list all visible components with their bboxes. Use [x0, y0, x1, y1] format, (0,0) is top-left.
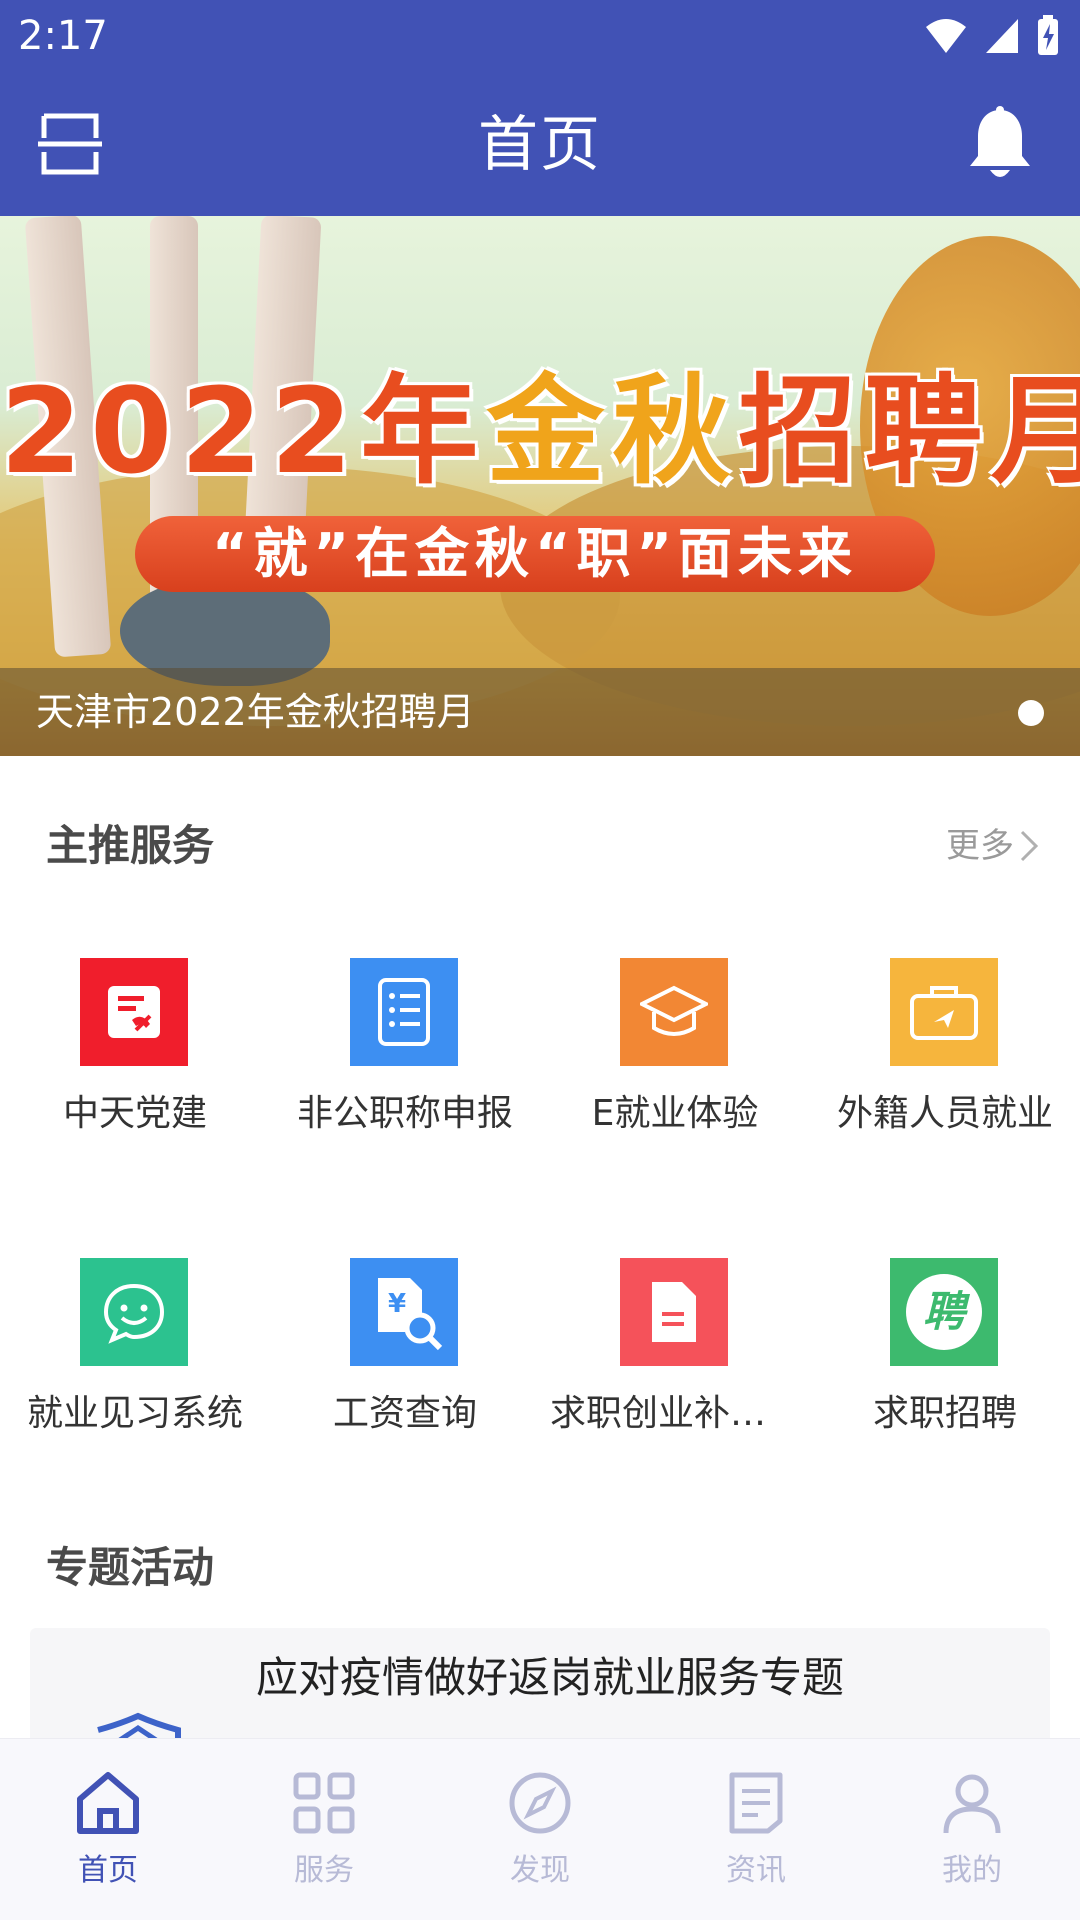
tab-label: 首页 — [78, 1853, 138, 1888]
bottom-tab-bar: 首页 服务 发现 资讯 我的 — [0, 1738, 1080, 1920]
main-services-title: 主推服务 — [46, 821, 215, 870]
banner-headline-gold: 金秋 — [486, 362, 739, 500]
banner-headline: 2022年金秋招聘月 — [0, 366, 1080, 496]
news-icon — [729, 1772, 783, 1834]
home-icon — [77, 1772, 139, 1834]
banner-caption: 天津市2022年金秋招聘月 — [36, 690, 475, 734]
user-icon — [943, 1774, 1001, 1834]
more-link[interactable]: 更多 — [946, 818, 1040, 874]
party-building-icon — [80, 958, 188, 1066]
service-foreign-employment[interactable]: 外籍人员就业 — [810, 940, 1080, 1140]
banner-caption-bar: 天津市2022年金秋招聘月 — [0, 668, 1080, 756]
service-label: 中天党建 — [62, 1093, 207, 1134]
graduation-cap-icon — [620, 958, 728, 1066]
tab-label: 服务 — [294, 1853, 354, 1888]
status-bar: 2:17 — [0, 0, 1080, 72]
grid-icon — [293, 1772, 355, 1834]
more-label: 更多 — [946, 826, 1014, 866]
service-label: 求职创业补贴... — [550, 1393, 801, 1434]
service-job-recruit[interactable]: 聘 求职招聘 — [810, 1240, 1080, 1440]
topics-title: 专题活动 — [46, 1543, 215, 1592]
wifi-icon — [926, 19, 966, 53]
svg-text:¥: ¥ — [388, 1289, 406, 1319]
signal-icon — [986, 19, 1018, 53]
tab-label: 我的 — [942, 1853, 1002, 1888]
service-label: E就业体验 — [591, 1093, 759, 1134]
tab-news[interactable]: 资讯 — [648, 1739, 864, 1920]
service-label: 就业见习系统 — [26, 1393, 243, 1434]
salary-search-icon: ¥ — [350, 1258, 458, 1366]
tab-home[interactable]: 首页 — [0, 1739, 216, 1920]
promo-banner[interactable]: 2022年金秋招聘月 “就”在金秋“职”面未来 天津市2022年金秋招聘月 — [0, 216, 1080, 756]
service-party-building[interactable]: 中天党建 — [0, 940, 270, 1140]
document-icon — [620, 1258, 728, 1366]
banner-page-indicator[interactable] — [1018, 700, 1044, 726]
service-label: 工资查询 — [332, 1393, 477, 1434]
tab-profile[interactable]: 我的 — [864, 1739, 1080, 1920]
banner-headline-year: 2022年 — [0, 362, 487, 500]
banner-ribbon: “就”在金秋“职”面未来 — [135, 516, 935, 592]
banner-headline-end: 招聘月 — [738, 362, 1080, 500]
status-time: 2:17 — [18, 13, 108, 59]
service-label: 外籍人员就业 — [836, 1093, 1053, 1134]
app-bar: 首页 — [0, 72, 1080, 216]
system-icons — [924, 14, 1060, 56]
tab-label: 发现 — [510, 1853, 570, 1888]
recruit-icon-text: 聘 — [922, 1287, 965, 1336]
topic-card-title: 应对疫情做好返岗就业服务专题 — [256, 1653, 845, 1702]
service-salary-query[interactable]: ¥ 工资查询 — [270, 1240, 540, 1440]
service-title-declaration[interactable]: 非公职称申报 — [270, 940, 540, 1140]
recruit-icon: 聘 — [890, 1258, 998, 1366]
page-title: 首页 — [478, 110, 602, 180]
bell-icon[interactable] — [966, 106, 1034, 184]
service-label: 非公职称申报 — [296, 1093, 513, 1134]
service-internship-system[interactable]: 就业见习系统 — [0, 1240, 270, 1440]
tab-label: 资讯 — [726, 1853, 786, 1888]
service-e-employment[interactable]: E就业体验 — [540, 940, 810, 1140]
compass-icon — [509, 1772, 571, 1834]
tab-discover[interactable]: 发现 — [432, 1739, 648, 1920]
chat-smile-icon — [80, 1258, 188, 1366]
checklist-icon — [350, 958, 458, 1066]
tab-services[interactable]: 服务 — [216, 1739, 432, 1920]
service-subsidy[interactable]: 求职创业补贴... — [540, 1240, 810, 1440]
service-label: 求职招聘 — [872, 1393, 1017, 1434]
battery-charging-icon — [1038, 15, 1058, 55]
briefcase-icon — [890, 958, 998, 1066]
chevron-right-icon — [1020, 830, 1039, 862]
